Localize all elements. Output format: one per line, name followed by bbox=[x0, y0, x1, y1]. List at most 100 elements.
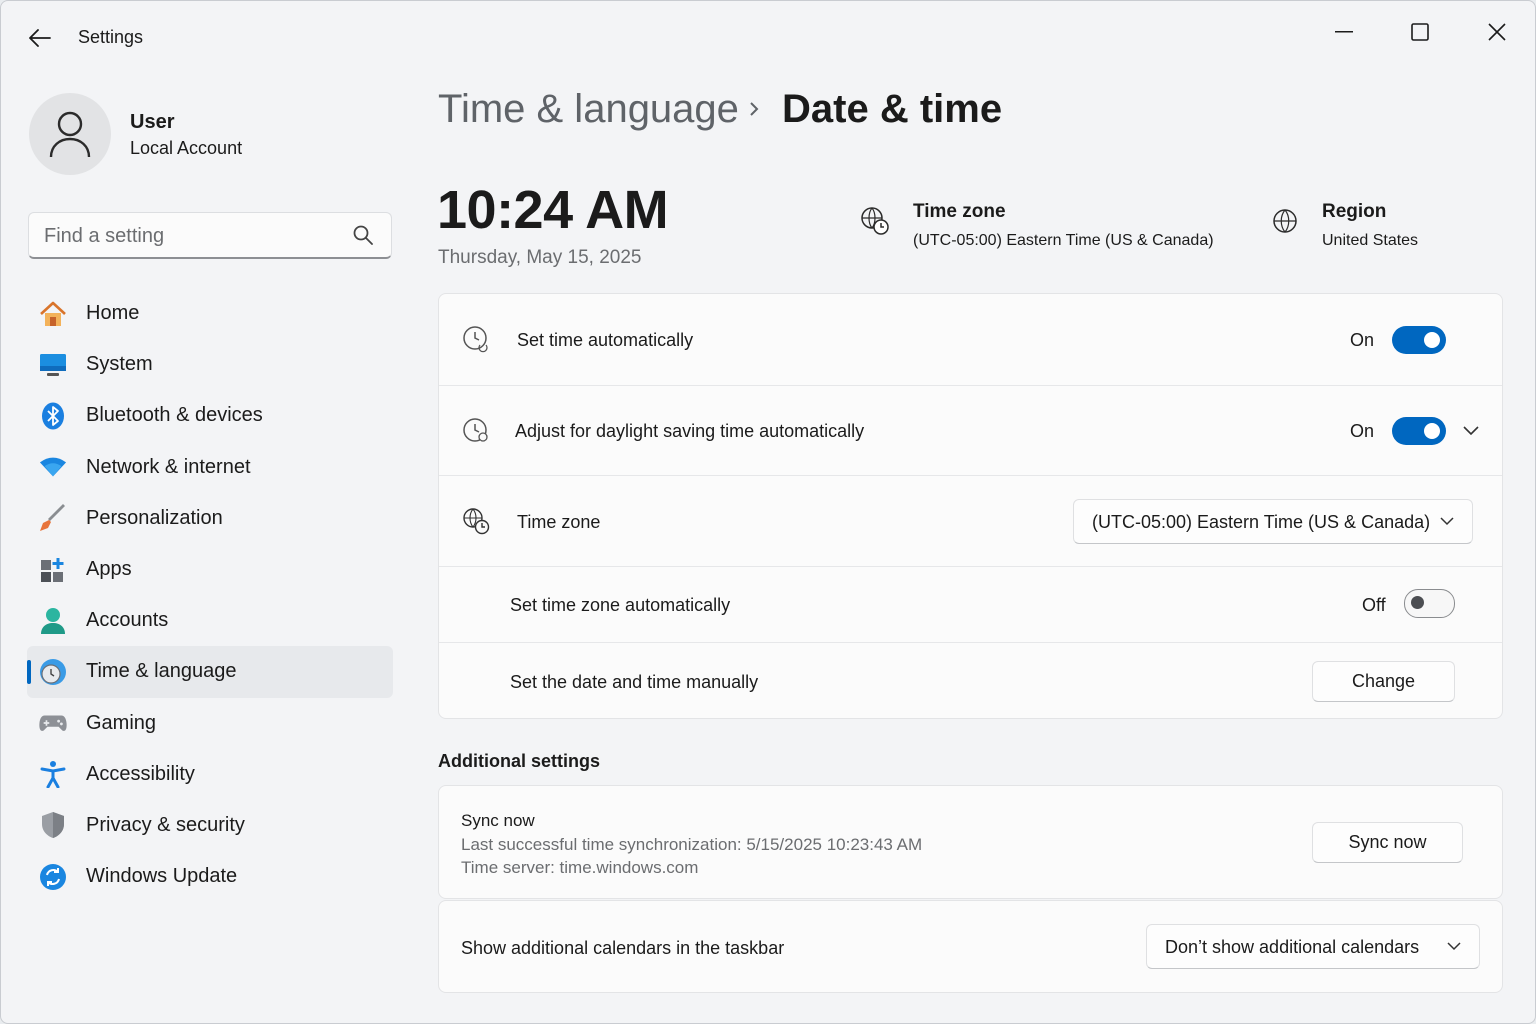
timezone-icon bbox=[859, 205, 891, 237]
time-zone-selected: (UTC-05:00) Eastern Time (US & Canada) bbox=[1092, 512, 1431, 532]
accounts-icon bbox=[39, 607, 67, 635]
additional-calendars-card: Show additional calendars in the taskbar… bbox=[438, 900, 1503, 993]
daylight-saving-row[interactable]: Adjust for daylight saving time automati… bbox=[439, 385, 1502, 475]
toggle-state-label: Off bbox=[1362, 595, 1386, 615]
monitor-icon bbox=[39, 351, 67, 379]
wifi-icon bbox=[39, 453, 67, 481]
search-icon[interactable] bbox=[353, 225, 373, 245]
chevron-down-icon[interactable] bbox=[1458, 418, 1484, 444]
daylight-saving-label: Adjust for daylight saving time automati… bbox=[515, 421, 865, 441]
sidebar-item-label: Accounts bbox=[86, 609, 169, 632]
daylight-saving-toggle[interactable] bbox=[1392, 417, 1446, 445]
sidebar-item-windows-update[interactable]: Windows Update bbox=[27, 851, 393, 902]
globe-icon bbox=[1269, 205, 1301, 237]
set-time-zone-automatically-toggle[interactable] bbox=[1404, 589, 1455, 618]
sidebar-item-accessibility[interactable]: Accessibility bbox=[27, 749, 393, 800]
sidebar-item-home[interactable]: Home bbox=[27, 288, 393, 339]
breadcrumb-parent[interactable]: Time & language bbox=[438, 87, 739, 132]
clock-globe-icon bbox=[39, 658, 67, 686]
sidebar-item-privacy[interactable]: Privacy & security bbox=[27, 800, 393, 851]
sidebar-item-label: Apps bbox=[86, 558, 132, 581]
chevron-right-icon bbox=[750, 102, 759, 116]
set-time-zone-automatically-row: Set time zone automatically Off bbox=[439, 566, 1502, 642]
set-date-time-manually-row: Set the date and time manually Change bbox=[439, 642, 1502, 720]
timezone-icon bbox=[461, 506, 491, 536]
sidebar-item-gaming[interactable]: Gaming bbox=[27, 698, 393, 749]
region-summary-value: United States bbox=[1322, 232, 1419, 249]
person-icon bbox=[49, 111, 91, 158]
sync-card: Sync now Last successful time synchroniz… bbox=[438, 785, 1503, 899]
settings-window: Settings User Local Account Home System bbox=[0, 0, 1536, 1024]
time-zone-label: Time zone bbox=[517, 512, 601, 532]
close-button[interactable] bbox=[1474, 15, 1520, 49]
sidebar-item-label: Home bbox=[86, 302, 140, 325]
gamepad-icon bbox=[39, 709, 67, 737]
sidebar-item-label: System bbox=[86, 353, 153, 376]
search-input[interactable] bbox=[44, 221, 344, 251]
sync-title: Sync now bbox=[461, 811, 535, 830]
sidebar-item-time-language[interactable]: Time & language bbox=[27, 646, 393, 698]
account-type: Local Account bbox=[130, 138, 243, 158]
clock-refresh-icon bbox=[461, 416, 491, 446]
sidebar-item-label: Accessibility bbox=[86, 762, 195, 785]
bluetooth-icon bbox=[39, 402, 67, 430]
sync-now-button[interactable]: Sync now bbox=[1312, 822, 1463, 863]
apps-icon bbox=[39, 556, 67, 584]
search-box[interactable] bbox=[28, 212, 392, 259]
app-title: Settings bbox=[78, 27, 144, 47]
date-time-settings-card: Set time automatically On Adjust for day… bbox=[438, 293, 1503, 719]
set-time-zone-automatically-label: Set time zone automatically bbox=[510, 595, 731, 615]
maximize-icon bbox=[1411, 23, 1429, 41]
time-zone-row: Time zone (UTC-05:00) Eastern Time (US &… bbox=[439, 475, 1502, 566]
last-sync-text: Last successful time synchronization: 5/… bbox=[461, 835, 923, 854]
sidebar-item-label: Bluetooth & devices bbox=[86, 404, 263, 427]
timezone-summary-title: Time zone bbox=[913, 201, 1006, 222]
current-time: 10:24 AM bbox=[437, 180, 669, 240]
maximize-button[interactable] bbox=[1397, 15, 1443, 49]
sidebar-nav: Home System Bluetooth & devices Network … bbox=[27, 288, 393, 902]
set-time-automatically-label: Set time automatically bbox=[517, 330, 694, 350]
shield-icon bbox=[39, 811, 67, 839]
sidebar-item-label: Personalization bbox=[86, 506, 223, 529]
set-time-automatically-toggle[interactable] bbox=[1392, 326, 1446, 354]
additional-calendars-selected: Don’t show additional calendars bbox=[1165, 937, 1420, 957]
sidebar-item-label: Network & internet bbox=[86, 455, 251, 478]
user-name: User bbox=[130, 111, 175, 133]
clock-sync-icon bbox=[461, 324, 491, 354]
sidebar-item-apps[interactable]: Apps bbox=[27, 544, 393, 595]
minimize-button[interactable] bbox=[1321, 15, 1367, 49]
page-title: Date & time bbox=[782, 87, 1003, 131]
sidebar-item-bluetooth[interactable]: Bluetooth & devices bbox=[27, 390, 393, 441]
set-time-automatically-row: Set time automatically On bbox=[439, 294, 1502, 385]
set-date-time-manually-label: Set the date and time manually bbox=[510, 672, 759, 692]
minimize-icon bbox=[1335, 31, 1353, 33]
time-zone-dropdown[interactable]: (UTC-05:00) Eastern Time (US & Canada) bbox=[1073, 499, 1473, 544]
additional-settings-heading: Additional settings bbox=[438, 751, 600, 771]
region-summary-title: Region bbox=[1322, 201, 1387, 222]
update-icon bbox=[39, 863, 67, 891]
avatar[interactable] bbox=[29, 93, 111, 175]
sidebar-item-network[interactable]: Network & internet bbox=[27, 442, 393, 493]
time-server-text: Time server: time.windows.com bbox=[461, 858, 699, 877]
current-date: Thursday, May 15, 2025 bbox=[438, 247, 642, 268]
chevron-down-icon bbox=[1440, 517, 1454, 526]
change-button[interactable]: Change bbox=[1312, 661, 1455, 702]
chevron-down-icon bbox=[1447, 942, 1461, 951]
toggle-state-label: On bbox=[1350, 421, 1375, 441]
sidebar-item-accounts[interactable]: Accounts bbox=[27, 595, 393, 646]
home-icon bbox=[39, 300, 67, 328]
sidebar-item-label: Time & language bbox=[86, 660, 237, 683]
additional-calendars-dropdown[interactable]: Don’t show additional calendars bbox=[1146, 924, 1480, 969]
sidebar-item-label: Privacy & security bbox=[86, 813, 245, 836]
sidebar-item-system[interactable]: System bbox=[27, 339, 393, 390]
close-icon bbox=[1488, 23, 1506, 41]
toggle-state-label: On bbox=[1350, 330, 1375, 350]
brush-icon bbox=[39, 504, 67, 532]
timezone-summary-value: (UTC-05:00) Eastern Time (US & Canada) bbox=[913, 232, 1214, 249]
back-button[interactable] bbox=[23, 23, 57, 53]
sidebar-item-personalization[interactable]: Personalization bbox=[27, 493, 393, 544]
sidebar-item-label: Gaming bbox=[86, 711, 157, 734]
title-bar: Settings bbox=[1, 1, 1535, 73]
additional-calendars-label: Show additional calendars in the taskbar bbox=[461, 938, 785, 958]
accessibility-icon bbox=[39, 760, 67, 789]
